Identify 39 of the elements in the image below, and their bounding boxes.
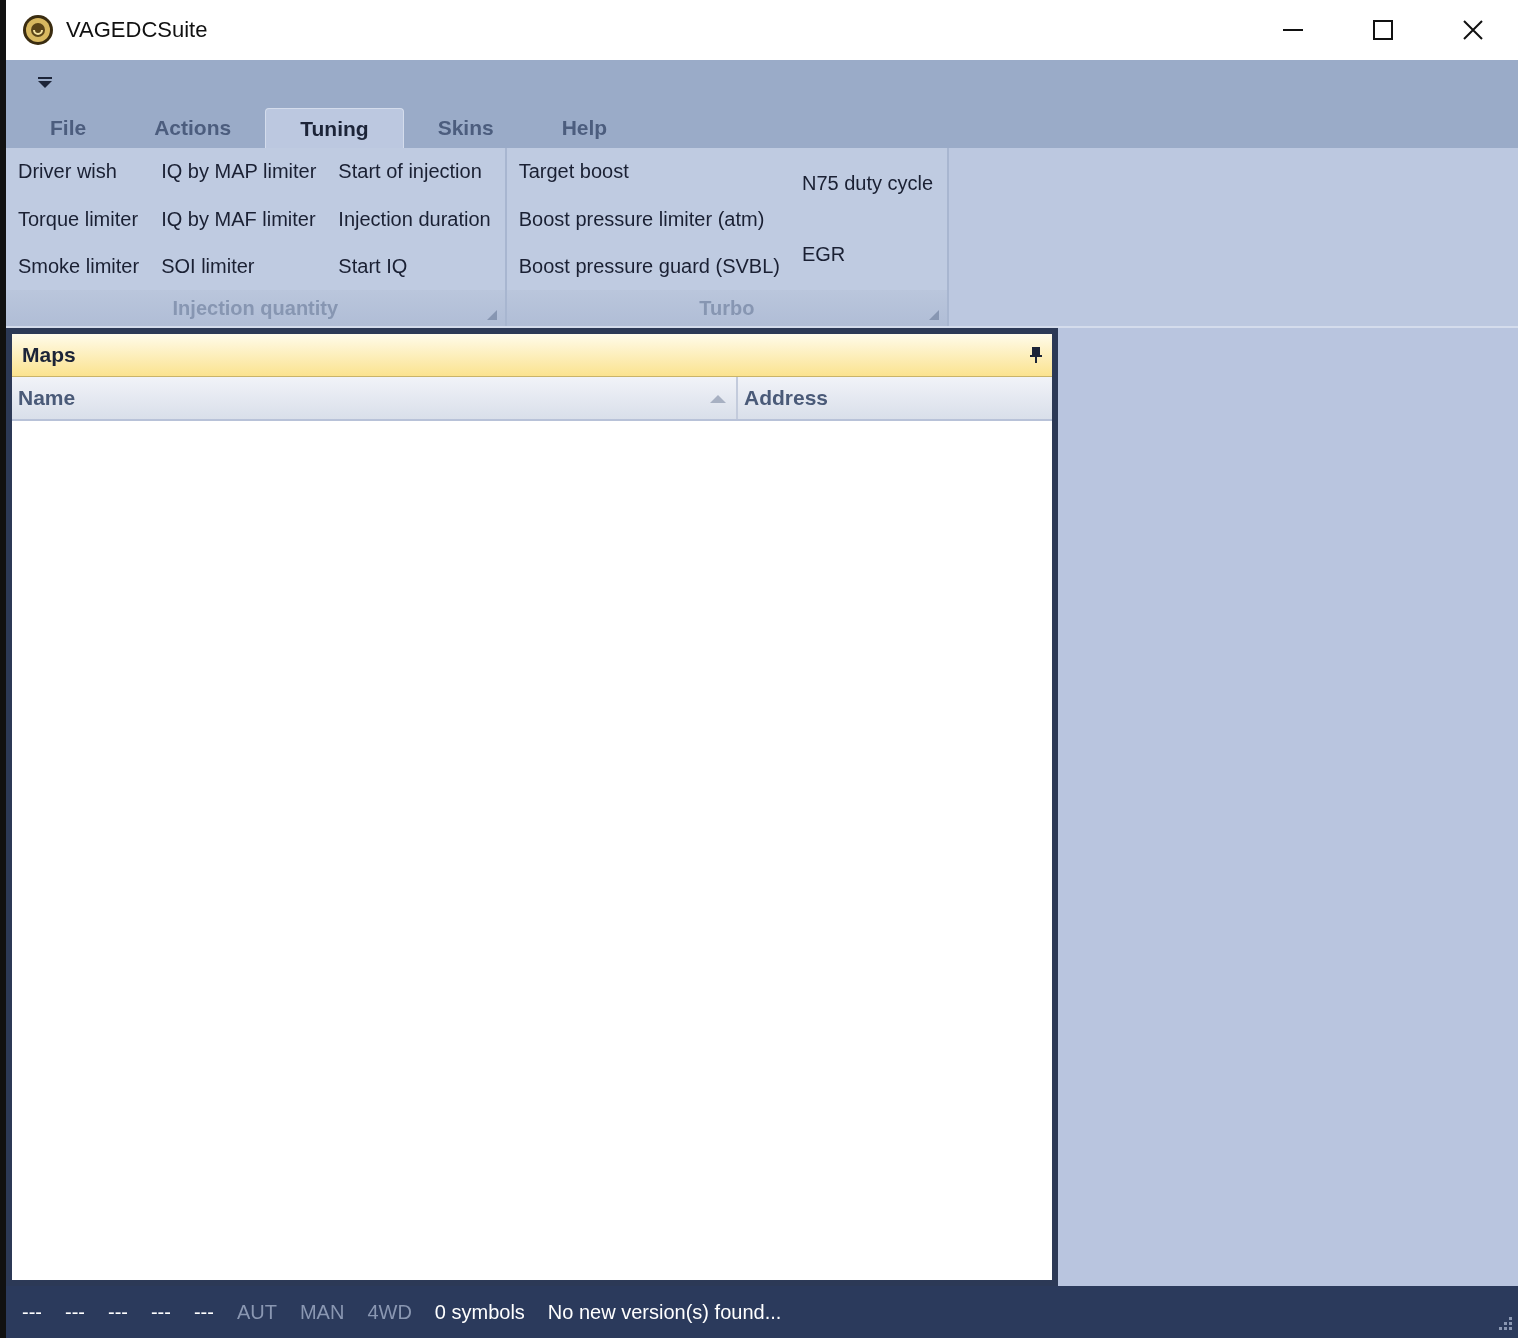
ribbon-item[interactable]: N75 duty cycle — [801, 172, 934, 196]
column-header[interactable]: Address — [738, 377, 1052, 419]
dropdown-caret-icon — [38, 76, 52, 89]
status-text: No new version(s) found... — [547, 1300, 782, 1324]
status-text: AUT — [236, 1300, 277, 1324]
status-text: --- — [107, 1300, 128, 1324]
ribbon-item[interactable]: SOI limiter — [161, 255, 317, 279]
ribbon-item[interactable]: IQ by MAF limiter — [161, 207, 317, 231]
window-title: VAGEDCSuite — [66, 17, 208, 43]
status-text: 4WD — [367, 1300, 412, 1324]
corner-arrow-icon — [929, 310, 940, 320]
ribbon-item[interactable]: Smoke limiter — [18, 255, 140, 279]
app-logo-icon — [22, 14, 54, 46]
ribbon-item[interactable]: Boost pressure limiter (atm) — [518, 207, 780, 231]
status-text: --- — [22, 1300, 42, 1324]
corner-arrow-icon — [486, 310, 497, 320]
maximize-icon — [1373, 20, 1393, 40]
ribbon-tab[interactable]: Tuning — [265, 108, 404, 148]
ribbon-item[interactable]: EGR — [801, 243, 934, 267]
ribbon-item[interactable]: Driver wish — [18, 160, 140, 184]
ribbon-item[interactable]: Start of injection — [338, 160, 491, 184]
panel-title: Maps — [22, 343, 77, 367]
ribbon-item[interactable]: Torque limiter — [18, 207, 140, 231]
pin-button[interactable] — [1030, 347, 1042, 363]
ribbon-item[interactable]: Start IQ — [338, 255, 491, 279]
resize-grip-icon[interactable] — [1496, 1316, 1512, 1332]
pin-icon — [1030, 347, 1042, 363]
status-text: MAN — [299, 1300, 345, 1324]
status-text: --- — [150, 1300, 171, 1324]
close-icon — [1463, 20, 1483, 40]
ribbon-item[interactable]: Boost pressure guard (SVBL) — [518, 255, 780, 279]
column-header[interactable]: Name — [12, 377, 738, 419]
status-text: --- — [65, 1300, 85, 1324]
ribbon-item[interactable]: Target boost — [518, 160, 780, 184]
ribbon-item[interactable]: IQ by MAP limiter — [161, 160, 317, 184]
status-text: --- — [193, 1300, 214, 1324]
status-text: 0 symbols — [434, 1300, 525, 1324]
ribbon-item[interactable]: Injection duration — [338, 207, 491, 231]
minimize-icon — [1283, 29, 1303, 31]
